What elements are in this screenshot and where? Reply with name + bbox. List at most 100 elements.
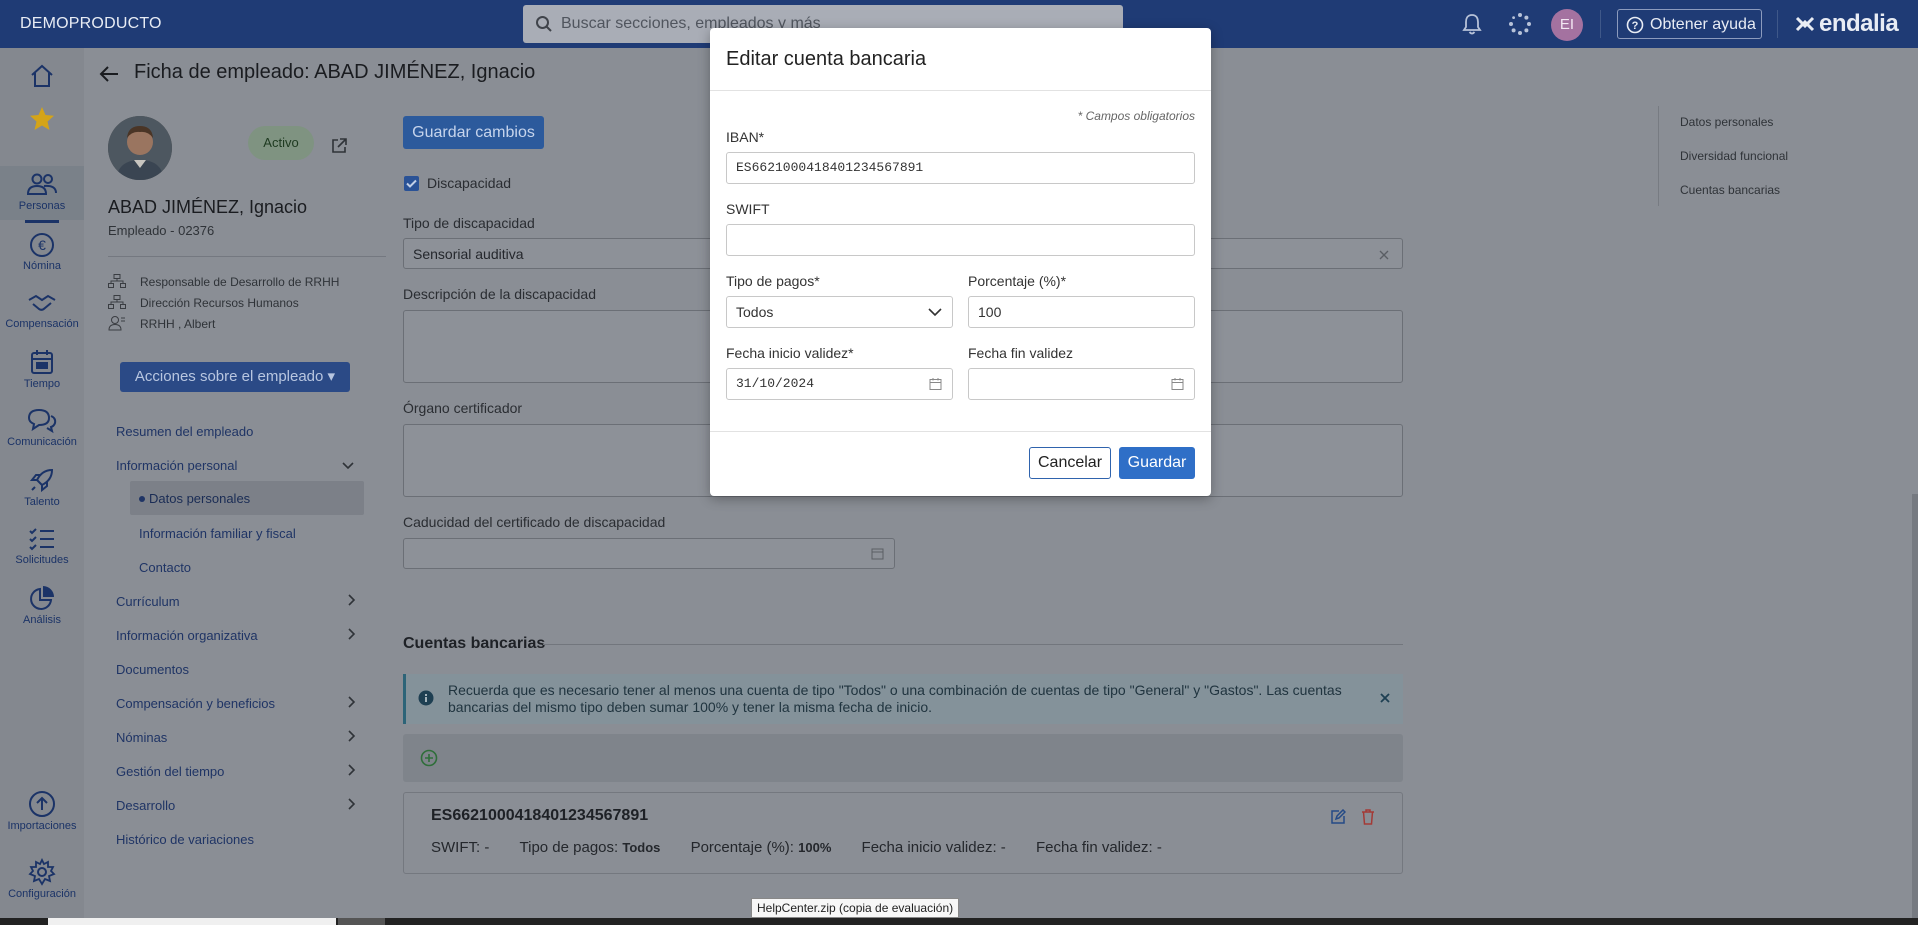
menu-compensacion[interactable]: Compensación y beneficios [116,696,275,711]
payment-type-value: Todos [622,840,661,855]
main-nav-rail: Personas € Nómina Compensación Tiempo Co… [0,48,84,925]
page-title: Ficha de empleado: ABAD JIMÉNEZ, Ignacio [134,61,536,83]
divider [710,431,1211,432]
close-icon[interactable] [1379,692,1391,704]
menu-historico[interactable]: Histórico de variaciones [116,832,254,847]
nav-importaciones[interactable]: Importaciones [0,790,84,832]
user-avatar[interactable]: EI [1551,9,1583,41]
help-button[interactable]: ? Obtener ayuda [1617,9,1762,39]
chevron-right-icon[interactable] [346,763,356,777]
search-icon [536,16,552,32]
menu-informacion-organizativa[interactable]: Información organizativa [116,628,258,643]
info-alert-line-1: Recuerda que es necesario tener al menos… [448,682,1342,698]
toc-diversidad-funcional[interactable]: Diversidad funcional [1680,149,1788,163]
info-alert: Recuerda que es necesario tener al menos… [403,674,1403,724]
bell-icon[interactable] [1461,12,1483,36]
disability-checkbox[interactable] [404,176,419,191]
external-link-icon[interactable] [330,137,348,155]
nav-solicitudes[interactable]: Solicitudes [0,526,84,566]
menu-informacion-personal[interactable]: Información personal [116,458,237,473]
calendar-icon [31,350,53,374]
active-dot [139,496,145,502]
nav-home[interactable] [0,62,84,92]
cancel-button[interactable]: Cancelar [1029,447,1111,479]
nav-tiempo[interactable]: Tiempo [0,348,84,390]
help-icon: ? [1626,16,1644,34]
pie-chart-icon [30,586,54,610]
payment-type-select[interactable]: Todos [726,296,953,328]
menu-documentos[interactable]: Documentos [116,662,189,677]
cert-expiry-date-input[interactable] [403,538,895,569]
nav-label: Nómina [23,260,61,272]
rocket-icon [29,468,54,493]
delete-icon[interactable] [1361,809,1375,825]
upload-icon [29,791,55,817]
end-date-value: - [1156,839,1162,856]
toc-datos-personales[interactable]: Datos personales [1680,115,1773,129]
disability-checkbox-label: Discapacidad [427,175,512,191]
toc-cuentas-bancarias[interactable]: Cuentas bancarias [1680,183,1780,197]
menu-nominas[interactable]: Nóminas [116,730,167,745]
menu-datos-personales[interactable]: Datos personales [149,491,250,506]
nav-label: Personas [18,200,66,212]
chevron-right-icon[interactable] [346,797,356,811]
menu-resumen[interactable]: Resumen del empleado [116,424,253,439]
divider [710,90,1211,91]
end-date-label: Fecha fin validez [968,345,1074,361]
chevron-right-icon[interactable] [346,695,356,709]
menu-curriculum[interactable]: Currículum [116,594,180,609]
save-changes-button[interactable]: Guardar cambios [403,116,544,149]
back-arrow-icon[interactable] [98,64,120,84]
nav-favorites[interactable] [0,104,84,136]
start-date-value: 31/10/2024 [736,376,815,391]
menu-contacto[interactable]: Contacto [139,560,191,575]
calendar-icon[interactable] [1171,377,1184,391]
menu-informacion-familiar[interactable]: Información familiar y fiscal [139,526,296,541]
nav-configuracion[interactable]: Configuración [0,858,84,900]
nav-label: Importaciones [7,820,77,832]
percent-input[interactable]: 100 [968,296,1195,328]
nav-talento[interactable]: Talento [0,466,84,508]
iban-input[interactable]: ES6621000418401234567891 [726,152,1195,184]
add-circle-icon[interactable] [420,749,438,767]
account-details-row: SWIFT: - Tipo de pagos: Todos Porcentaje… [431,839,1162,856]
save-button[interactable]: Guardar [1119,447,1195,479]
payment-type-label: Tipo de pagos: [519,839,619,856]
menu-gestion-tiempo[interactable]: Gestión del tiempo [116,764,224,779]
checklist-icon [29,528,54,551]
chevron-down-icon[interactable] [342,460,354,470]
percent-label: Porcentaje (%): [690,839,794,856]
menu-desarrollo[interactable]: Desarrollo [116,798,175,813]
star-icon [30,107,54,130]
end-date-input[interactable] [968,368,1195,400]
employee-name: ABAD JIMÉNEZ, Ignacio [108,197,308,217]
bank-accounts-title: Cuentas bancarias [403,635,546,652]
nav-comunicacion[interactable]: Comunicación [0,406,84,448]
nav-personas[interactable]: Personas [0,166,84,223]
swift-input[interactable] [726,224,1195,256]
cert-expiry-label: Caducidad del certificado de discapacida… [403,514,666,530]
scrollbar-thumb[interactable] [1912,494,1918,925]
loading-spinner-icon[interactable] [1508,12,1532,36]
chevron-right-icon[interactable] [346,729,356,743]
required-fields-note: * Campos obligatorios [1077,109,1195,123]
clear-icon[interactable] [1378,249,1390,261]
chevron-right-icon[interactable] [346,627,356,641]
taskbar-item[interactable] [338,918,385,925]
gear-icon [28,858,56,886]
info-alert-line-2: bancarias del mismo tipo deben sumar 100… [448,699,933,715]
employee-actions-button[interactable]: Acciones sobre el empleado ▾ [120,362,350,392]
chevron-right-icon[interactable] [346,593,356,607]
payment-type-value: Todos [736,304,774,320]
start-date-input[interactable]: 31/10/2024 [726,368,953,400]
edit-icon[interactable] [1330,809,1346,825]
nav-compensacion[interactable]: Compensación [0,290,84,330]
percent-label: Porcentaje (%)* [968,273,1067,289]
calendar-icon[interactable] [929,377,942,391]
calendar-icon[interactable] [871,547,884,560]
nav-nomina[interactable]: € Nómina [0,232,84,272]
nav-analisis[interactable]: Análisis [0,584,84,626]
toc-rule [1658,106,1659,206]
taskbar-item[interactable] [48,918,336,925]
company-name[interactable]: DEMOPRODUCTO [20,15,162,33]
